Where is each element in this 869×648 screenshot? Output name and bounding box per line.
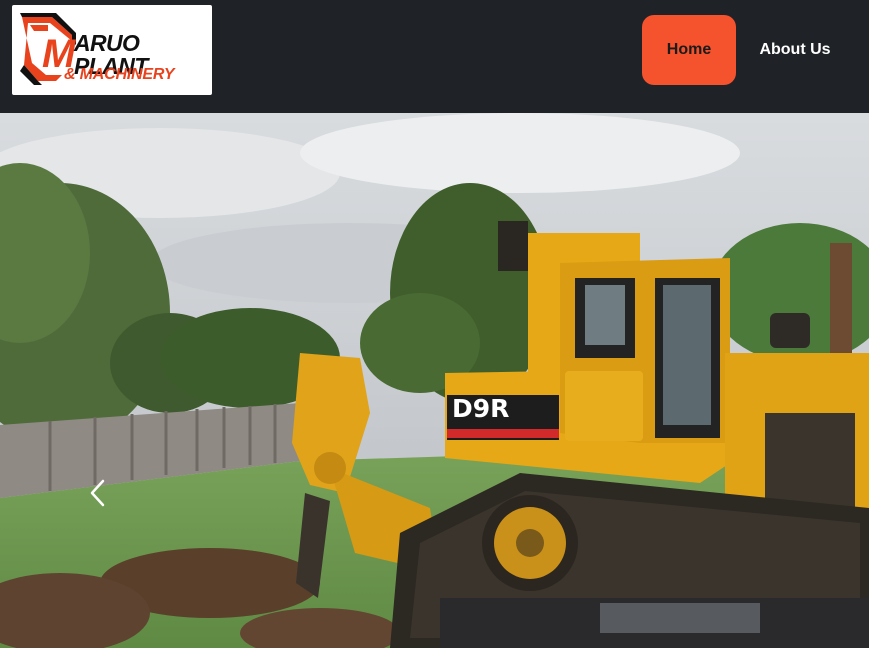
logo-subtitle: & MACHINERY xyxy=(64,66,175,83)
machine-plate: D9R xyxy=(452,394,510,423)
chevron-left-icon xyxy=(90,479,105,507)
hero-slider: D9R xyxy=(0,113,869,648)
slider-prev-button[interactable] xyxy=(84,473,112,513)
nav-about-link[interactable]: About Us xyxy=(750,15,840,85)
brand-logo[interactable]: M ARUO PLANT & MACHINERY xyxy=(12,5,212,95)
nav-home-link[interactable]: Home xyxy=(642,15,736,85)
site-header: M ARUO PLANT & MACHINERY Home About Us xyxy=(0,0,869,113)
hero-image xyxy=(0,113,869,648)
